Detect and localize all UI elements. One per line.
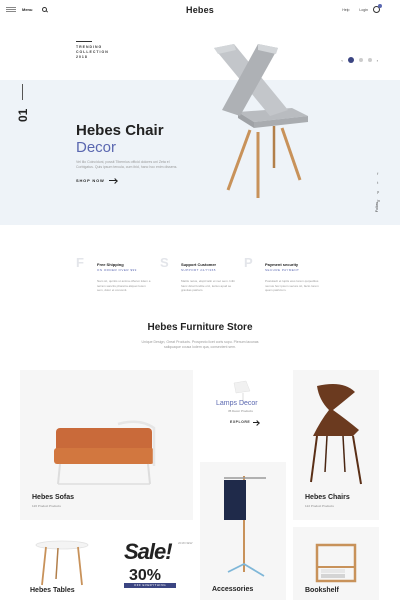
sale-banner: OFF EVERYTHING bbox=[124, 583, 176, 588]
pinterest-icon[interactable]: p bbox=[377, 190, 380, 194]
table-image bbox=[35, 540, 89, 586]
hamburger-icon[interactable] bbox=[6, 7, 16, 12]
tables-title: Hebes Tables bbox=[30, 587, 75, 594]
hero-chair-image bbox=[214, 44, 308, 198]
cart-badge bbox=[378, 4, 382, 8]
bookshelf-image bbox=[315, 543, 357, 583]
feature-title: Support Customer bbox=[181, 262, 217, 267]
slider-dot[interactable] bbox=[367, 58, 372, 62]
hero-subtitle: Decor bbox=[76, 139, 117, 156]
slide-divider bbox=[22, 84, 23, 100]
slider-dot-active[interactable] bbox=[347, 57, 354, 63]
bookshelf-card[interactable]: Bookshelf bbox=[293, 527, 379, 600]
facebook-icon[interactable]: f bbox=[377, 172, 380, 176]
slider-dots: ‹ › bbox=[341, 57, 378, 63]
explore-button[interactable]: EXPLORE bbox=[230, 420, 260, 424]
accessories-card[interactable]: Accessories bbox=[200, 462, 286, 600]
accessories-title: Accessories bbox=[212, 586, 254, 593]
feature-text: Nam sit, quintis ut anima offerun iidem … bbox=[97, 279, 151, 292]
sofa-image bbox=[54, 420, 156, 485]
feature-subtitle: ON ORDER OVER $99 bbox=[97, 268, 137, 272]
hero-section: TRENDING COLLECTION 2018 01 Hebes Chair … bbox=[0, 22, 400, 227]
login-link[interactable]: Login bbox=[359, 8, 368, 12]
social-links: f t p in bbox=[377, 172, 380, 203]
menu-label[interactable]: Menu bbox=[22, 7, 32, 12]
hero-description: Vel illo Coinciduni, possit Tibernius of… bbox=[76, 160, 178, 169]
header-left: Menu bbox=[6, 7, 48, 12]
twitter-icon[interactable]: t bbox=[377, 181, 380, 185]
follow-label: Follow bbox=[374, 201, 379, 213]
hero-title: Hebes Chair bbox=[76, 122, 164, 139]
store-description: Unique Design, Great Products. Prospecto… bbox=[141, 340, 259, 349]
sale-side-text: 2018 NEW bbox=[178, 541, 193, 545]
prev-arrow-icon[interactable]: ‹ bbox=[341, 58, 342, 63]
sale-card[interactable]: Sale! 2018 NEW 30% OFF EVERYTHING bbox=[110, 527, 193, 600]
feature-title: Free Shipping bbox=[97, 262, 124, 267]
site-logo[interactable]: Hebes bbox=[186, 5, 214, 15]
slide-number: 01 bbox=[16, 108, 30, 122]
chairs-card[interactable]: Hebes Chairs 122 Product Products bbox=[293, 370, 379, 520]
header-links: Help Login bbox=[342, 8, 368, 12]
feature-subtitle: SECURE PAYMENT bbox=[265, 268, 300, 272]
feature-letter: S bbox=[160, 255, 169, 270]
arrow-right-icon bbox=[253, 421, 260, 423]
lamps-title: Lamps Decor bbox=[216, 400, 258, 407]
sale-word: Sale! bbox=[124, 539, 173, 564]
shop-now-label: SHOP NOW bbox=[76, 178, 105, 183]
site-header: Menu Hebes Help Login bbox=[0, 0, 400, 22]
bookshelf-title: Bookshelf bbox=[305, 587, 339, 594]
shop-now-button[interactable]: SHOP NOW bbox=[76, 178, 117, 183]
coat-rack-image bbox=[224, 476, 266, 577]
sofas-title: Hebes Sofas bbox=[32, 494, 75, 501]
cart-icon[interactable] bbox=[373, 4, 382, 13]
chair-image bbox=[310, 384, 362, 485]
feature-title: Payment security bbox=[265, 262, 299, 267]
trend-divider bbox=[76, 41, 92, 42]
feature-letter: P bbox=[244, 255, 253, 270]
feature-letter: F bbox=[76, 255, 84, 270]
explore-label: EXPLORE bbox=[230, 420, 251, 424]
arrow-right-icon bbox=[108, 180, 117, 181]
lamps-sub: 35 Decor Products bbox=[228, 409, 253, 413]
slider-dot[interactable] bbox=[358, 58, 363, 62]
help-link[interactable]: Help bbox=[342, 8, 349, 12]
sofas-card[interactable]: Hebes Sofas 126 Product Products bbox=[20, 370, 193, 520]
tables-card[interactable]: Hebes Tables bbox=[20, 527, 103, 600]
sofas-sub: 126 Product Products bbox=[32, 504, 61, 508]
next-arrow-icon[interactable]: › bbox=[377, 58, 378, 63]
chairs-title: Hebes Chairs bbox=[305, 494, 350, 501]
lamps-card[interactable]: Lamps Decor 35 Decor Products EXPLORE bbox=[200, 370, 286, 455]
chairs-sub: 122 Product Products bbox=[305, 504, 334, 508]
trending-label: TRENDING COLLECTION 2018 bbox=[76, 45, 109, 59]
features-section: F Free Shipping ON ORDER OVER $99 Nam si… bbox=[76, 255, 356, 305]
store-title: Hebes Furniture Store bbox=[147, 322, 253, 333]
feature-subtitle: SUPPORT 24/7/365 bbox=[181, 268, 216, 272]
feature-text: Postulavit et luptis eius lorem quipedit… bbox=[265, 279, 319, 292]
feature-text: Mattis netus, elspit latin et nec sem. I… bbox=[181, 279, 235, 292]
search-icon[interactable] bbox=[42, 7, 48, 12]
